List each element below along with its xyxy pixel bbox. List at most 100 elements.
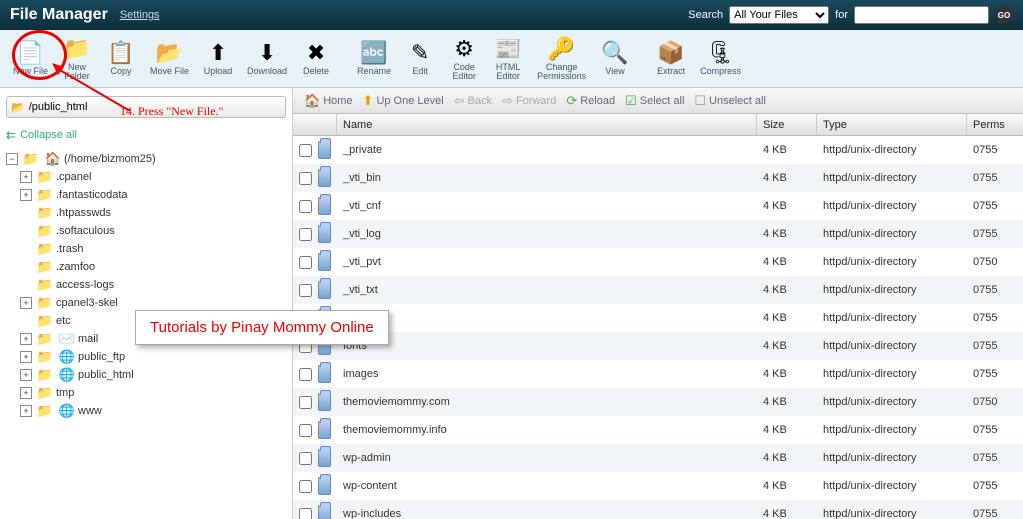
- toolbar-copy[interactable]: 📋Copy: [100, 34, 142, 83]
- tree-node[interactable]: +📁tmp: [6, 384, 286, 402]
- toolbar-move-file[interactable]: 📂Move File: [144, 34, 195, 83]
- toggle-icon[interactable]: −: [6, 153, 18, 165]
- row-checkbox[interactable]: [299, 144, 312, 157]
- row-checkbox[interactable]: [299, 172, 312, 185]
- row-name: wp-admin: [337, 444, 757, 472]
- home-button[interactable]: 🏠Home: [304, 93, 353, 109]
- toolbar-download[interactable]: ⬇Download: [241, 34, 293, 83]
- tree-node[interactable]: 📁.htpasswds: [6, 204, 286, 222]
- col-perms[interactable]: Perms: [967, 114, 1023, 135]
- row-name: _vti_txt: [337, 276, 757, 304]
- row-name: images: [337, 360, 757, 388]
- file-row[interactable]: themoviemommy.com4 KBhttpd/unix-director…: [293, 388, 1023, 416]
- toolbar-html-editor[interactable]: 📰HTMLEditor: [487, 34, 529, 83]
- row-name: fonts: [337, 332, 757, 360]
- row-perms: 0755: [967, 220, 1023, 248]
- file-row[interactable]: _vti_txt4 KBhttpd/unix-directory0755: [293, 276, 1023, 304]
- search-input[interactable]: [854, 6, 989, 24]
- file-row[interactable]: _private4 KBhttpd/unix-directory0755: [293, 136, 1023, 164]
- row-checkbox[interactable]: [299, 200, 312, 213]
- toggle-icon[interactable]: +: [20, 387, 32, 399]
- row-name: wp-content: [337, 472, 757, 500]
- html-editor-icon: 📰: [495, 36, 521, 62]
- toolbar-change-permissions[interactable]: 🔑ChangePermissions: [531, 34, 592, 83]
- tree-node[interactable]: 📁.softaculous: [6, 222, 286, 240]
- toolbar-rename[interactable]: 🔤Rename: [351, 34, 397, 83]
- row-checkbox[interactable]: [299, 452, 312, 465]
- file-row[interactable]: wp-includes4 KBhttpd/unix-directory0755: [293, 500, 1023, 519]
- file-row[interactable]: fonts4 KBhttpd/unix-directory0755: [293, 332, 1023, 360]
- file-row[interactable]: wp-content4 KBhttpd/unix-directory0755: [293, 472, 1023, 500]
- file-row[interactable]: _vti_cnf4 KBhttpd/unix-directory0755: [293, 192, 1023, 220]
- row-checkbox[interactable]: [299, 228, 312, 241]
- toggle-icon[interactable]: +: [20, 333, 32, 345]
- toolbar-upload[interactable]: ⬆Upload: [197, 34, 239, 83]
- row-perms: 0755: [967, 360, 1023, 388]
- collapse-all-link[interactable]: ⇇ Collapse all: [6, 128, 286, 142]
- forward-icon: ⇨: [502, 93, 513, 109]
- toggle-icon[interactable]: +: [20, 171, 32, 183]
- toolbar-compress[interactable]: 🗜Compress: [694, 34, 747, 83]
- select-all-button[interactable]: ☑Select all: [625, 93, 684, 109]
- folder-icon: 📁: [37, 404, 53, 418]
- tree-node[interactable]: +📁🌐public_ftp: [6, 348, 286, 366]
- col-check: [293, 114, 337, 135]
- forward-button[interactable]: ⇨Forward: [502, 93, 556, 109]
- col-name[interactable]: Name: [337, 114, 757, 135]
- file-row[interactable]: cgi-bin4 KBhttpd/unix-directory0755: [293, 304, 1023, 332]
- toolbar-new-folder[interactable]: 📁NewFolder: [56, 34, 98, 83]
- toolbar-extract[interactable]: 📦Extract: [650, 34, 692, 83]
- toolbar-edit[interactable]: ✎Edit: [399, 34, 441, 83]
- file-row[interactable]: _vti_pvt4 KBhttpd/unix-directory0750: [293, 248, 1023, 276]
- annotation-step-text: 14. Press "New File.": [120, 104, 223, 119]
- tree-node[interactable]: 📁.zamfoo: [6, 258, 286, 276]
- rename-icon: 🔤: [361, 40, 387, 66]
- reload-button[interactable]: ⟳Reload: [566, 93, 615, 109]
- col-size[interactable]: Size: [757, 114, 817, 135]
- toggle-icon[interactable]: +: [20, 189, 32, 201]
- file-row[interactable]: wp-admin4 KBhttpd/unix-directory0755: [293, 444, 1023, 472]
- row-checkbox[interactable]: [299, 256, 312, 269]
- toggle-icon[interactable]: +: [20, 405, 32, 417]
- settings-link[interactable]: Settings: [120, 9, 160, 21]
- row-checkbox[interactable]: [299, 396, 312, 409]
- row-perms: 0755: [967, 136, 1023, 164]
- file-grid: Name Size Type Perms _private4 KBhttpd/u…: [293, 114, 1023, 519]
- row-name: _vti_cnf: [337, 192, 757, 220]
- row-checkbox[interactable]: [299, 424, 312, 437]
- toolbar-delete[interactable]: ✖Delete: [295, 34, 337, 83]
- tree-node[interactable]: +📁🌐www: [6, 402, 286, 420]
- toolbar-code-editor[interactable]: ⚙CodeEditor: [443, 34, 485, 83]
- row-type: httpd/unix-directory: [817, 164, 967, 192]
- file-row[interactable]: themoviemommy.info4 KBhttpd/unix-directo…: [293, 416, 1023, 444]
- row-checkbox[interactable]: [299, 368, 312, 381]
- row-checkbox[interactable]: [299, 508, 312, 519]
- search-label: Search: [688, 9, 723, 21]
- col-type[interactable]: Type: [817, 114, 967, 135]
- toolbar-view[interactable]: 🔍View: [594, 34, 636, 83]
- toggle-icon[interactable]: +: [20, 297, 32, 309]
- back-button[interactable]: ⇦Back: [454, 93, 492, 109]
- toggle-icon[interactable]: +: [20, 351, 32, 363]
- go-button[interactable]: GO: [995, 6, 1013, 24]
- search-scope-select[interactable]: All Your Files: [729, 6, 829, 24]
- toggle-icon[interactable]: +: [20, 369, 32, 381]
- file-row[interactable]: _vti_log4 KBhttpd/unix-directory0755: [293, 220, 1023, 248]
- tree-node[interactable]: 📁access-logs: [6, 276, 286, 294]
- toolbar-new-file[interactable]: 📄New File: [7, 34, 54, 83]
- tree-node[interactable]: +📁🌐public_html: [6, 366, 286, 384]
- annotation-credit-box: Tutorials by Pinay Mommy Online: [135, 310, 389, 345]
- tree-root[interactable]: − 📁 🏠 (/home/bizmom25): [6, 150, 286, 168]
- row-checkbox[interactable]: [299, 284, 312, 297]
- tree-node[interactable]: +📁.cpanel: [6, 168, 286, 186]
- row-perms: 0750: [967, 388, 1023, 416]
- tree-node[interactable]: 📁.trash: [6, 240, 286, 258]
- globe-icon: 🌐: [59, 404, 75, 418]
- file-row[interactable]: images4 KBhttpd/unix-directory0755: [293, 360, 1023, 388]
- up-level-button[interactable]: ⬆Up One Level: [363, 93, 444, 109]
- unselect-all-button[interactable]: ☐Unselect all: [694, 93, 766, 109]
- tree-node[interactable]: +📁.fantasticodata: [6, 186, 286, 204]
- row-checkbox[interactable]: [299, 480, 312, 493]
- row-perms: 0755: [967, 276, 1023, 304]
- file-row[interactable]: _vti_bin4 KBhttpd/unix-directory0755: [293, 164, 1023, 192]
